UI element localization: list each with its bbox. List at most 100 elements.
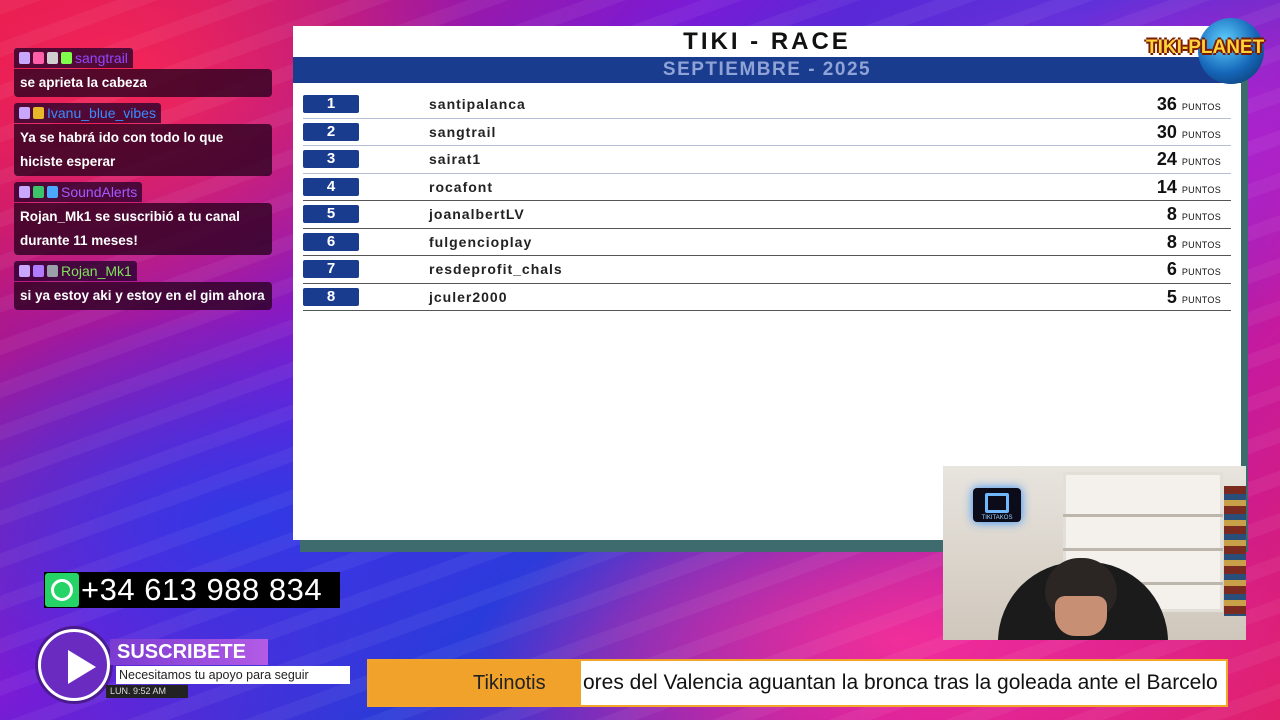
points-label: PUNTOS xyxy=(1181,102,1221,112)
points-label: PUNTOS xyxy=(1181,267,1221,277)
chat-message: Ivanu_blue_vibes Ya se habrá ido con tod… xyxy=(14,103,272,176)
logo-text: TIKI-PLANET xyxy=(1146,37,1265,58)
leaderboard-row: 8 jculer2000 5 PUNTOS xyxy=(303,284,1231,311)
leaderboard-row: 3 sairat1 24 PUNTOS xyxy=(303,146,1231,174)
points-value: 30 xyxy=(1156,121,1177,142)
webcam-person-face xyxy=(1055,596,1107,636)
player-points: 8 PUNTOS xyxy=(1167,204,1221,225)
leaderboard-row: 1 santipalanca 36 PUNTOS xyxy=(303,91,1231,119)
rank-badge: 7 xyxy=(303,260,359,278)
points-value: 8 xyxy=(1166,231,1177,252)
webcam-shelf-line xyxy=(1063,514,1223,517)
points-value: 14 xyxy=(1156,176,1177,197)
rank-badge: 3 xyxy=(303,150,359,168)
player-points: 30 PUNTOS xyxy=(1157,122,1221,143)
chat-text: Ya se habrá ido con todo lo que hiciste … xyxy=(14,124,272,176)
clock-label: LUN. 9:52 AM xyxy=(106,685,188,698)
leaderboard-panel: TIKI - RACE SEPTIEMBRE - 2025 1 santipal… xyxy=(293,26,1241,540)
player-name: joanalbertLV xyxy=(429,206,525,222)
whatsapp-icon xyxy=(45,573,79,607)
chat-username[interactable]: Ivanu_blue_vibes xyxy=(47,105,156,121)
points-value: 24 xyxy=(1156,149,1177,169)
leaderboard-row: 5 joanalbertLV 8 PUNTOS xyxy=(303,201,1231,229)
badge-icon xyxy=(47,52,58,64)
points-value: 6 xyxy=(1166,259,1177,279)
chat-message: sangtrail se aprieta la cabeza xyxy=(14,48,272,97)
chat-message-header: Ivanu_blue_vibes xyxy=(14,103,161,123)
ticker-label-text: Tikinotis xyxy=(473,671,546,694)
player-points: 8 PUNTOS xyxy=(1167,232,1221,253)
player-points: 36 PUNTOS xyxy=(1157,94,1221,115)
rank-badge: 4 xyxy=(303,177,359,196)
subscribe-title: SUSCRIBETE xyxy=(110,639,268,665)
badge-icon xyxy=(33,186,44,198)
chat-text: Rojan_Mk1 se suscribió a tu canal durant… xyxy=(14,203,272,255)
rank-badge: 2 xyxy=(303,122,359,141)
points-label: PUNTOS xyxy=(1181,157,1221,167)
rank-badge: 6 xyxy=(303,232,359,251)
badge-icon xyxy=(19,186,30,198)
points-label: PUNTOS xyxy=(1181,212,1221,222)
news-ticker: Tikinotis ores del Valencia aguantan la … xyxy=(367,659,1228,707)
ticker-text: ores del Valencia aguantan la bronca tra… xyxy=(583,671,1218,694)
points-value: 8 xyxy=(1166,204,1177,224)
webcam-neon-sign: TIKITAKOS xyxy=(973,488,1021,522)
rank-badge: 5 xyxy=(303,205,359,223)
player-points: 5 PUNTOS xyxy=(1167,287,1221,308)
player-name: fulgencioplay xyxy=(429,233,533,250)
leaderboard-row: 6 fulgencioplay 8 PUNTOS xyxy=(303,229,1231,256)
play-icon xyxy=(68,650,96,684)
chat-message: SoundAlerts Rojan_Mk1 se suscribió a tu … xyxy=(14,182,272,255)
points-label: PUNTOS xyxy=(1181,129,1221,140)
chat-overlay: sangtrail se aprieta la cabeza Ivanu_blu… xyxy=(14,48,272,316)
player-name: sangtrail xyxy=(429,123,497,140)
tiki-planet-logo: TIKI-PLANET xyxy=(1146,18,1266,86)
chat-username[interactable]: SoundAlerts xyxy=(61,184,137,200)
chat-message: Rojan_Mk1 si ya estoy aki y estoy en el … xyxy=(14,261,272,310)
points-label: PUNTOS xyxy=(1181,184,1221,195)
player-points: 6 PUNTOS xyxy=(1167,259,1221,280)
neon-sign-text: TIKITAKOS xyxy=(981,515,1013,521)
leaderboard-row: 4 rocafont 14 PUNTOS xyxy=(303,174,1231,201)
player-points: 14 PUNTOS xyxy=(1157,177,1221,198)
rank-badge: 8 xyxy=(303,287,359,306)
chat-message-header: SoundAlerts xyxy=(14,182,143,202)
points-value: 36 xyxy=(1156,94,1177,114)
badge-icon xyxy=(19,52,30,64)
chat-text: si ya estoy aki y estoy en el gim ahora xyxy=(14,282,272,310)
chat-text: se aprieta la cabeza xyxy=(14,69,272,97)
chat-message-header: Rojan_Mk1 xyxy=(14,261,137,281)
player-name: rocafont xyxy=(429,178,493,195)
rank-badge: 1 xyxy=(303,95,359,113)
badge-icon xyxy=(33,107,44,119)
chat-username[interactable]: sangtrail xyxy=(75,50,128,66)
badge-icon xyxy=(19,265,30,277)
player-name: santipalanca xyxy=(429,96,526,112)
leaderboard-table: 1 santipalanca 36 PUNTOS 2 sangtrail 30 PU… xyxy=(303,91,1231,311)
player-name: resdeprofit_chals xyxy=(429,261,563,277)
points-label: PUNTOS xyxy=(1181,239,1221,250)
badge-icon xyxy=(61,52,72,64)
subscribe-description: Necesitamos tu apoyo para seguir xyxy=(116,666,350,684)
badge-icon xyxy=(19,107,30,119)
leaderboard-row: 7 resdeprofit_chals 6 PUNTOS xyxy=(303,256,1231,284)
chat-message-header: sangtrail xyxy=(14,48,133,68)
webcam-shelf-line xyxy=(1063,548,1223,551)
badge-icon xyxy=(47,186,58,198)
badge-icon xyxy=(33,52,44,64)
subscribe-play-button[interactable] xyxy=(38,629,110,701)
badge-icon xyxy=(47,265,58,277)
leaderboard-subtitle: SEPTIEMBRE - 2025 xyxy=(293,57,1241,83)
player-points: 24 PUNTOS xyxy=(1157,149,1221,170)
leaderboard-title: TIKI - RACE xyxy=(683,28,851,55)
chat-username[interactable]: Rojan_Mk1 xyxy=(61,263,132,279)
leaderboard-row: 2 sangtrail 30 PUNTOS xyxy=(303,119,1231,146)
webcam-feed: TIKITAKOS xyxy=(943,466,1246,640)
ticker-label: Tikinotis xyxy=(369,661,583,705)
twitch-icon xyxy=(985,493,1009,513)
points-label: PUNTOS xyxy=(1181,294,1221,305)
player-name: jculer2000 xyxy=(429,288,508,305)
badge-icon xyxy=(33,265,44,277)
points-value: 5 xyxy=(1166,286,1177,307)
webcam-books xyxy=(1224,486,1246,616)
